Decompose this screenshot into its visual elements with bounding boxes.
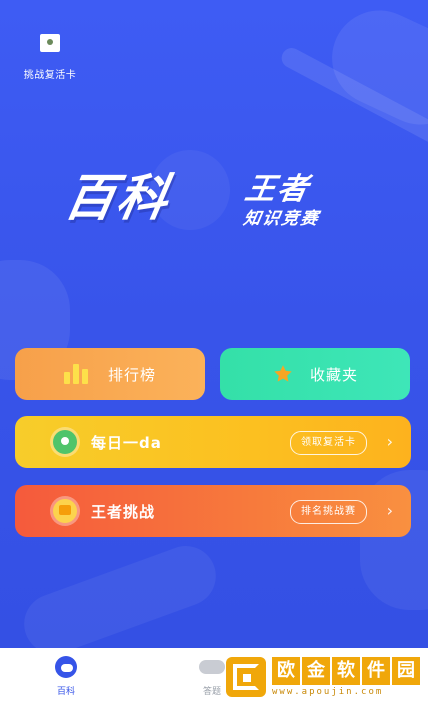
watermark-url: www.apoujin.com <box>272 687 384 697</box>
chat-bubble-icon <box>55 656 77 678</box>
leaderboard-label: 排行榜 <box>107 365 156 384</box>
crown-icon <box>53 499 77 523</box>
watermark-char: 金 <box>302 657 330 685</box>
app-logo: 百科 王者 知识竞赛 <box>60 158 376 238</box>
watermark-char: 园 <box>392 657 420 685</box>
watermark-char: 软 <box>332 657 360 685</box>
app-screen: 挑战复活卡 百科 王者 知识竞赛 排行榜 收藏夹 每日一da 领取复活卡 › 王… <box>0 0 428 704</box>
chevron-right-icon: › <box>386 432 393 451</box>
logo-main-text: 百科 <box>60 169 175 227</box>
revive-card-label: 挑战复活卡 <box>23 70 77 81</box>
logo-subtitle: 知识竞赛 <box>241 209 322 229</box>
watermark-char: 件 <box>362 657 390 685</box>
decorative-blob <box>15 537 225 648</box>
watermark-char: 欧 <box>272 657 300 685</box>
medal-icon <box>53 430 77 454</box>
background <box>0 0 428 648</box>
bar-chart-icon <box>63 364 92 384</box>
watermark-title: 欧 金 软 件 园 <box>272 657 422 685</box>
card-icon <box>40 34 60 52</box>
logo-king-text: 王者 <box>242 172 313 207</box>
revive-card-button[interactable]: 挑战复活卡 <box>10 34 90 81</box>
favorites-label: 收藏夹 <box>309 365 358 384</box>
claim-revive-card-pill[interactable]: 领取复活卡 <box>290 431 367 455</box>
watermark-text: 欧 金 软 件 园 www.apoujin.com <box>272 657 422 697</box>
ranking-challenge-pill[interactable]: 排名挑战赛 <box>290 500 367 524</box>
chevron-right-icon: › <box>386 501 393 520</box>
tab-home-label: 百科 <box>56 687 75 697</box>
watermark: 欧 金 软 件 园 www.apoujin.com <box>226 654 424 700</box>
favorites-button[interactable]: 收藏夹 <box>220 348 410 400</box>
tab-home[interactable]: 百科 <box>42 656 90 697</box>
daily-quiz-button[interactable]: 每日一da 领取复活卡 › <box>15 416 411 468</box>
watermark-logo-icon <box>226 657 266 697</box>
daily-quiz-label: 每日一da <box>91 433 162 452</box>
star-icon <box>274 365 292 382</box>
king-challenge-label: 王者挑战 <box>91 502 156 521</box>
leaderboard-button[interactable]: 排行榜 <box>15 348 205 400</box>
king-challenge-button[interactable]: 王者挑战 排名挑战赛 › <box>15 485 411 537</box>
pill-icon <box>199 660 225 674</box>
